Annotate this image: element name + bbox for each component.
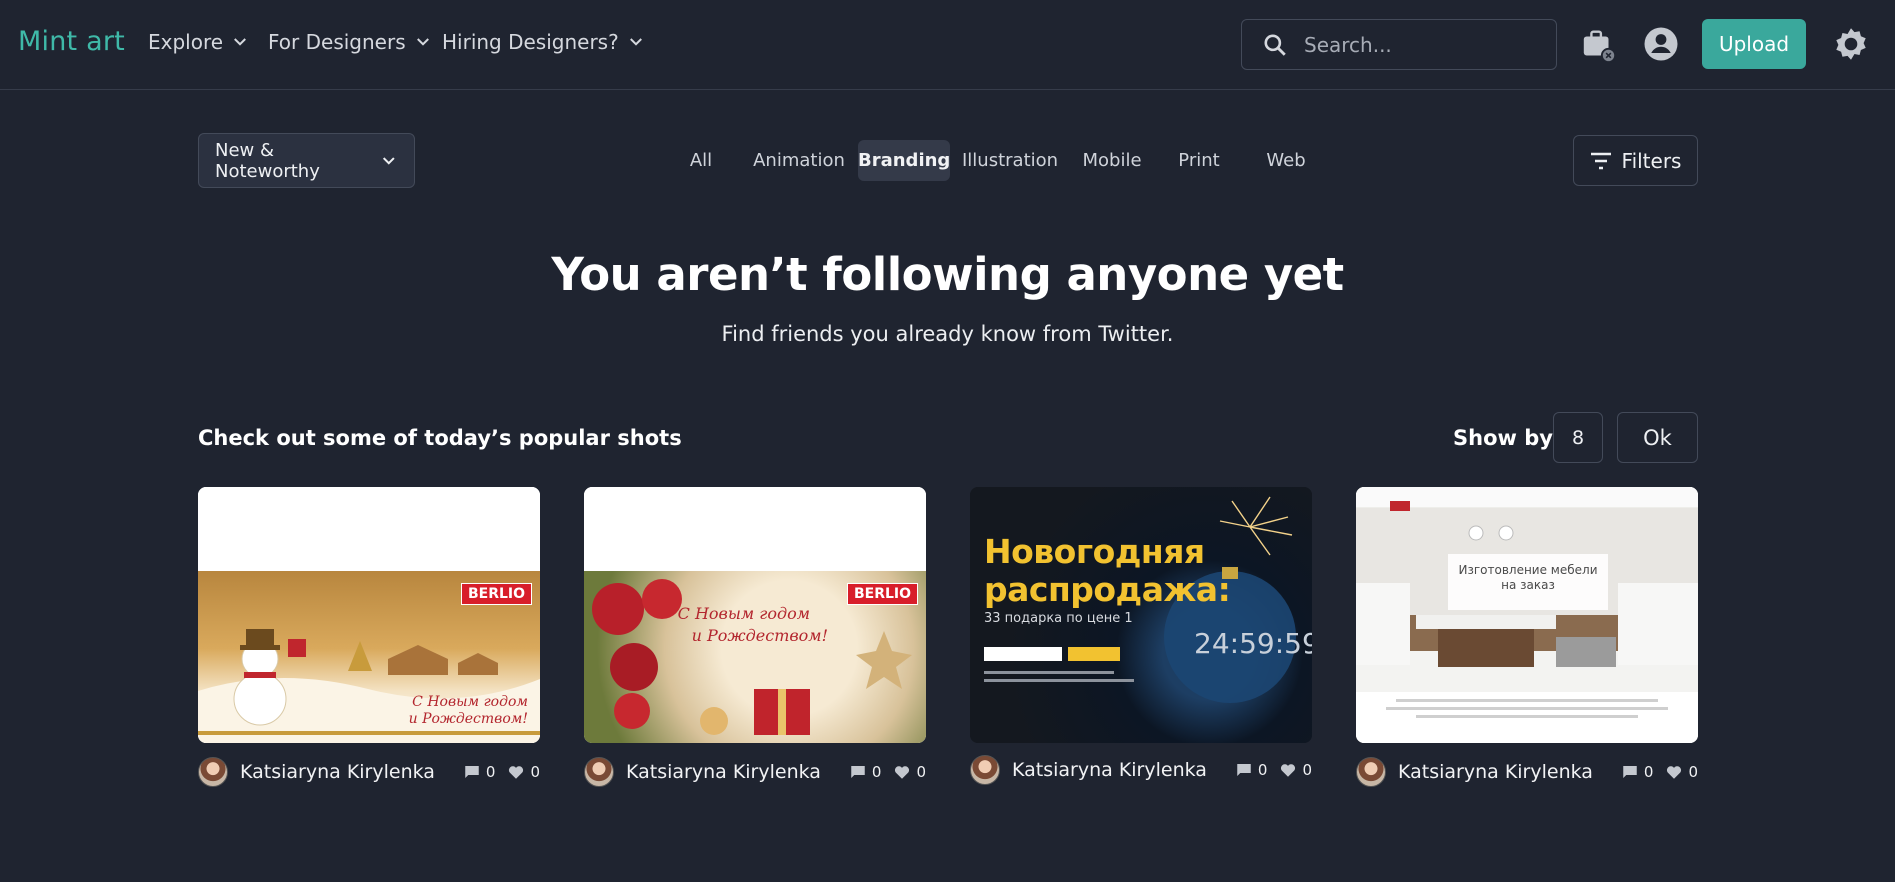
author-name[interactable]: Katsiaryna Kirylenka xyxy=(1398,761,1609,783)
heart-icon xyxy=(509,766,524,779)
popular-shots-heading: Check out some of today’s popular shots xyxy=(198,426,682,450)
comments-value: 0 xyxy=(1643,763,1654,781)
kitchen-artwork xyxy=(1356,487,1698,718)
heart-icon xyxy=(1281,764,1296,777)
greeting-text: С Новым годом и Рождеством! xyxy=(409,694,528,728)
nav-explore-label: Explore xyxy=(148,30,224,54)
comments-value: 0 xyxy=(871,763,882,781)
ok-button[interactable]: Ok xyxy=(1617,412,1698,463)
likes-value: 0 xyxy=(916,763,926,781)
shot-meta: Katsiaryna Kirylenka 0 0 xyxy=(584,757,926,787)
avatar[interactable] xyxy=(970,755,1000,785)
settings-icon[interactable] xyxy=(1833,26,1869,62)
tab-web[interactable]: Web xyxy=(1256,140,1316,181)
likes-value: 0 xyxy=(530,763,540,781)
nav-explore[interactable]: Explore xyxy=(148,30,249,54)
likes-count[interactable]: 0 xyxy=(893,763,926,781)
shot-thumbnail[interactable]: Новогодняя распродажа: 33 подарка по цен… xyxy=(970,487,1312,743)
thumbnail-whitespace xyxy=(584,487,926,571)
greeting-line-2: и Рождеством! xyxy=(691,626,828,645)
comment-icon xyxy=(851,766,865,778)
avatar[interactable] xyxy=(198,757,228,787)
search-box[interactable] xyxy=(1241,19,1557,70)
filters-label: Filters xyxy=(1621,148,1682,173)
shot-thumbnail[interactable]: BERLIO С Новым годом и Рождеством! xyxy=(198,487,540,743)
likes-value: 0 xyxy=(1302,761,1312,779)
shot-card: Новогодняя распродажа: 33 подарка по цен… xyxy=(970,487,1312,785)
author-name[interactable]: Katsiaryna Kirylenka xyxy=(240,761,451,783)
likes-count[interactable]: 0 xyxy=(1279,761,1312,779)
tab-all[interactable]: All xyxy=(676,140,726,181)
comments-value: 0 xyxy=(1257,761,1268,779)
avatar[interactable] xyxy=(584,757,614,787)
upload-button[interactable]: Upload xyxy=(1702,19,1806,69)
author-name[interactable]: Katsiaryna Kirylenka xyxy=(1012,759,1223,781)
heart-icon xyxy=(895,766,910,779)
greeting-line-2: и Рождеством! xyxy=(408,711,528,727)
heart-icon xyxy=(1667,766,1682,779)
chevron-down-icon xyxy=(629,38,642,46)
greeting-text: С Новым годом и Рождеством! xyxy=(678,603,828,647)
empty-state-title: You aren’t following anyone yet xyxy=(551,248,1344,301)
shot-thumbnail[interactable]: Изготовление мебели на заказ xyxy=(1356,487,1698,743)
sale-headline-line-2: распродажа: xyxy=(984,570,1231,609)
thumbnail-whitespace xyxy=(198,487,540,571)
shot-card: Изготовление мебели на заказ Katsiaryna … xyxy=(1356,487,1698,787)
briefcase-icon[interactable] xyxy=(1580,26,1618,64)
nav-for-designers-label: For Designers xyxy=(268,30,406,54)
nav-hiring-designers[interactable]: Hiring Designers? xyxy=(442,30,645,54)
likes-value: 0 xyxy=(1688,763,1698,781)
empty-state-subtitle: Find friends you already know from Twitt… xyxy=(721,322,1174,346)
show-by-input[interactable] xyxy=(1553,412,1603,463)
comments-count: 0 xyxy=(1235,761,1268,779)
author-name[interactable]: Katsiaryna Kirylenka xyxy=(626,761,837,783)
greeting-line-1: С Новым годом xyxy=(677,604,811,623)
comment-icon xyxy=(1623,766,1637,778)
sale-headline: Новогодняя распродажа: xyxy=(984,532,1231,609)
show-by-label: Show by xyxy=(1453,426,1553,450)
comments-count: 0 xyxy=(849,763,882,781)
tab-branding[interactable]: Branding xyxy=(858,140,950,181)
comments-count: 0 xyxy=(1621,763,1654,781)
chevron-down-icon xyxy=(234,38,247,46)
greeting-line-1: С Новым годом xyxy=(412,694,528,710)
countdown-timer: 24:59:59 xyxy=(1194,627,1312,660)
nav-for-designers[interactable]: For Designers xyxy=(268,30,432,54)
shot-card: BERLIO С Новым годом и Рождеством! Katsi… xyxy=(584,487,926,787)
filter-icon xyxy=(1590,152,1611,169)
shot-meta: Katsiaryna Kirylenka 0 0 xyxy=(970,755,1312,785)
comments-value: 0 xyxy=(485,763,496,781)
sale-subline: 33 подарка по цене 1 xyxy=(984,611,1133,626)
filters-button[interactable]: Filters xyxy=(1573,135,1698,186)
likes-count[interactable]: 0 xyxy=(1665,763,1698,781)
top-navigation-bar: Mint art Explore For Designers Hiring De… xyxy=(0,0,1895,90)
hero-caption-line-1: Изготовление мебели xyxy=(1458,563,1598,577)
brand-logo: BERLIO xyxy=(846,583,918,605)
tab-print[interactable]: Print xyxy=(1168,140,1230,181)
nav-hiring-designers-label: Hiring Designers? xyxy=(442,30,619,54)
tab-animation[interactable]: Animation xyxy=(752,140,846,181)
avatar[interactable] xyxy=(1356,757,1386,787)
comments-count: 0 xyxy=(463,763,496,781)
shot-meta: Katsiaryna Kirylenka 0 0 xyxy=(198,757,540,787)
kitchen-website-mockup xyxy=(1356,487,1698,743)
hero-caption: Изготовление мебели на заказ xyxy=(1448,554,1608,610)
tab-mobile[interactable]: Mobile xyxy=(1077,140,1147,181)
search-input[interactable] xyxy=(1304,32,1534,57)
comment-icon xyxy=(1237,764,1251,776)
comment-icon xyxy=(465,766,479,778)
likes-count[interactable]: 0 xyxy=(507,763,540,781)
chevron-down-icon xyxy=(416,38,429,46)
logo[interactable]: Mint art xyxy=(18,26,125,57)
tab-illustration[interactable]: Illustration xyxy=(962,140,1058,181)
hero-caption-line-2: на заказ xyxy=(1501,578,1555,592)
sale-headline-line-1: Новогодняя xyxy=(984,532,1205,571)
shot-card: BERLIO С Новым годом и Рождеством! Katsi… xyxy=(198,487,540,787)
shot-thumbnail[interactable]: BERLIO С Новым годом и Рождеством! xyxy=(584,487,926,743)
account-icon[interactable] xyxy=(1643,26,1679,62)
brand-logo: BERLIO xyxy=(460,583,532,605)
shot-meta: Katsiaryna Kirylenka 0 0 xyxy=(1356,757,1698,787)
search-icon xyxy=(1264,33,1286,56)
